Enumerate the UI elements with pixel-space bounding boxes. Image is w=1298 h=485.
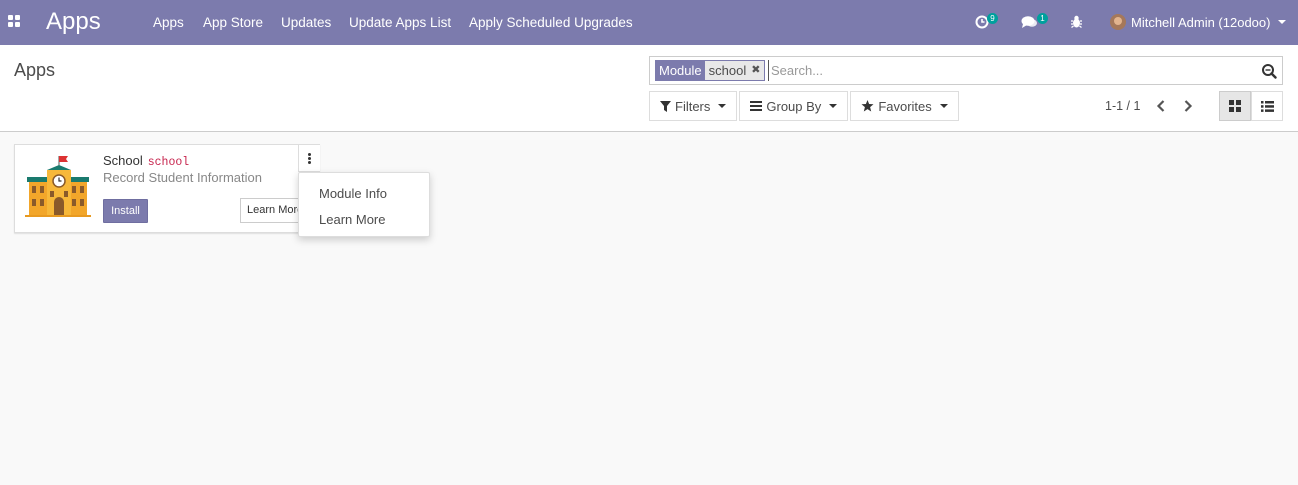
- search-input[interactable]: [768, 60, 1238, 81]
- menu-app-store[interactable]: App Store: [203, 14, 263, 31]
- chevron-left-icon[interactable]: [1155, 98, 1167, 114]
- chevron-down-icon: [1278, 20, 1287, 24]
- menu-apps[interactable]: Apps: [153, 14, 184, 31]
- page-title: Apps: [14, 60, 56, 80]
- filters-button[interactable]: Filters: [649, 91, 738, 121]
- card-dropdown-toggle[interactable]: [298, 145, 320, 172]
- facet-label: Module: [656, 61, 705, 80]
- filter-icon: [660, 100, 671, 112]
- pager-value[interactable]: 1-1 / 1: [1105, 99, 1140, 114]
- module-summary: Record Student Information: [103, 170, 262, 185]
- facet-value: school ✖: [704, 61, 765, 80]
- menu-apply-scheduled-upgrades[interactable]: Apply Scheduled Upgrades: [469, 14, 633, 31]
- user-name: Mitchell Admin (12odoo): [1131, 14, 1271, 30]
- group-by-button[interactable]: Group By: [739, 91, 849, 121]
- menu-update-apps-list[interactable]: Update Apps List: [349, 14, 451, 31]
- search-options: Filters Group By Favorites: [649, 91, 961, 121]
- list-view-button[interactable]: [1251, 91, 1283, 121]
- top-navbar: Apps Apps App Store Updates Update Apps …: [0, 0, 1298, 45]
- bars-icon: [750, 101, 763, 111]
- chevron-down-icon: [939, 104, 948, 108]
- module-title: School school: [103, 153, 189, 170]
- dropdown-item-module-info[interactable]: Module Info: [299, 181, 429, 207]
- card-dropdown-menu: Module Info Learn More: [298, 172, 430, 237]
- favorites-label: Favorites: [878, 98, 932, 114]
- chevron-down-icon: [718, 104, 727, 108]
- group-by-label: Group By: [766, 98, 822, 114]
- ellipsis-vertical-icon: [308, 152, 311, 164]
- kanban-view-button[interactable]: [1219, 91, 1251, 121]
- favorites-button[interactable]: Favorites: [850, 91, 959, 121]
- bug-icon: [1071, 15, 1082, 29]
- avatar: [1110, 14, 1126, 30]
- activity-menu[interactable]: 9: [975, 13, 999, 31]
- learn-more-button[interactable]: Learn More: [240, 198, 304, 223]
- view-switcher: [1219, 91, 1283, 121]
- chevron-down-icon: [829, 104, 838, 108]
- star-icon: [861, 100, 874, 112]
- messages-menu[interactable]: 1: [1021, 13, 1049, 31]
- module-technical-name: school: [147, 156, 190, 169]
- comments-icon: [1021, 16, 1037, 28]
- app-brand[interactable]: Apps: [46, 7, 101, 37]
- search-bar: Module school ✖: [649, 56, 1283, 85]
- facet-value-text: school: [708, 63, 747, 78]
- dropdown-item-learn-more[interactable]: Learn More: [299, 207, 429, 233]
- th-large-icon: [1229, 100, 1241, 112]
- debug-menu[interactable]: [1070, 13, 1084, 31]
- remove-facet-icon[interactable]: ✖: [751, 61, 760, 80]
- school-building-icon: [25, 156, 91, 217]
- messages-badge: 1: [1037, 13, 1048, 24]
- chevron-right-icon[interactable]: [1182, 98, 1194, 114]
- apps-menu-icon[interactable]: [8, 15, 20, 27]
- menu-updates[interactable]: Updates: [281, 14, 331, 31]
- search-icon[interactable]: [1261, 63, 1277, 79]
- list-icon: [1260, 100, 1274, 112]
- module-card[interactable]: School school Record Student Information …: [14, 144, 320, 233]
- activity-badge: 9: [987, 13, 998, 24]
- search-facet: Module school ✖: [655, 60, 766, 81]
- control-panel: Apps Module school ✖ Filters: [0, 45, 1298, 132]
- user-menu[interactable]: Mitchell Admin (12odoo): [1110, 13, 1287, 31]
- module-name: School: [103, 153, 143, 168]
- install-button[interactable]: Install: [103, 199, 148, 223]
- filters-label: Filters: [675, 98, 711, 114]
